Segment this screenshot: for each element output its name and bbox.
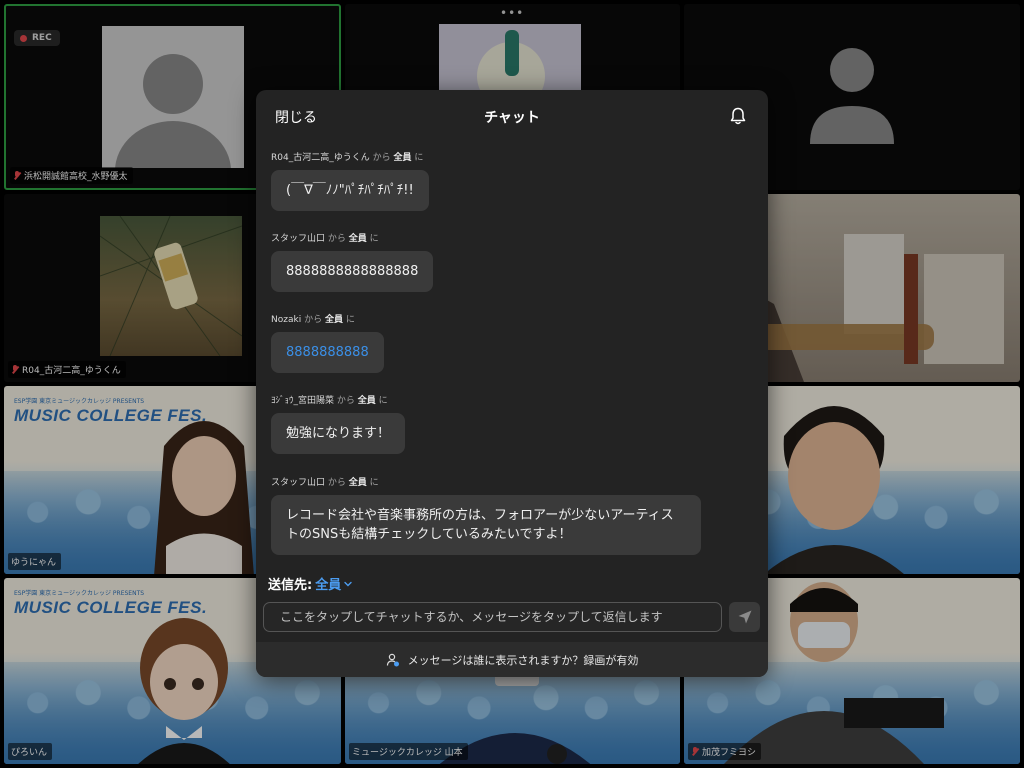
fest-subtitle: ESP学園 東京ミュージックカレッジ PRESENTS (14, 398, 145, 405)
recording-indicator: REC (14, 30, 60, 46)
from-label: から (304, 315, 323, 325)
participant-figure (154, 421, 254, 574)
participant-name: ミュージックカレッジ 山本 (352, 748, 463, 758)
chat-message-input[interactable] (263, 602, 722, 632)
visibility-info-text: メッセージは誰に表示されますか？録画が有効 (407, 653, 639, 667)
visibility-info-bar[interactable]: メッセージは誰に表示されますか？録画が有効 (256, 642, 768, 677)
sender-name: R04_古河二高_ゆうくん (271, 153, 370, 163)
send-icon (738, 610, 751, 624)
mic-muted-icon (13, 170, 21, 181)
message-sender-line: スタッフ山口 から 全員 に (271, 231, 433, 244)
particle-label: に (369, 234, 379, 244)
participant-name: 浜松開誠館高校_水野優太 (24, 172, 128, 182)
sender-name: Nozaki (271, 315, 302, 325)
fest-subtitle: ESP学園 東京ミュージックカレッジ PRESENTS (14, 590, 145, 597)
bell-icon[interactable] (728, 106, 748, 126)
recipient-label: 全員 (393, 153, 412, 163)
mic-muted-icon (691, 746, 699, 757)
chevron-down-icon (344, 581, 352, 586)
from-label: から (327, 478, 346, 488)
message-text-line: レコード会社や音楽事務所の方は、フォロアーが少ないアーティス (286, 508, 674, 523)
participant-name-tag: ミュージックカレッジ 山本 (349, 743, 468, 760)
camera-feed (100, 216, 242, 356)
more-options-icon[interactable]: ••• (500, 6, 524, 20)
message-bubble[interactable]: 8888888888888888 (271, 251, 434, 292)
from-label: から (372, 153, 391, 163)
message-text-line: トのSNSも結構チェックしているみたいですよ！ (286, 527, 572, 542)
rec-label: REC (32, 33, 52, 43)
recipient-value: 全員 (315, 578, 342, 593)
message-sender-line: ﾖｼﾞｮｳ_宮田陽菜 から 全員 に (271, 393, 405, 406)
chat-message[interactable]: Nozaki から 全員 に 8888888888 (271, 312, 384, 373)
message-sender-line: R04_古河二高_ゆうくん から 全員 に (271, 150, 429, 163)
avatar-figure (138, 618, 230, 764)
send-button[interactable] (729, 602, 760, 632)
chat-message[interactable]: ﾖｼﾞｮｳ_宮田陽菜 から 全員 に 勉強になります！ (271, 393, 406, 454)
avatar-image (439, 24, 581, 94)
from-label: から (336, 396, 355, 406)
message-list[interactable]: R04_古河二高_ゆうくん から 全員 に (￣∇￣ﾉﾉ"ﾊﾟﾁﾊﾟﾁﾊﾟﾁ!!… (256, 142, 768, 566)
message-sender-line: スタッフ山口 から 全員 に (271, 475, 701, 488)
chat-header: 閉じる チャット (256, 90, 768, 142)
message-bubble[interactable]: 勉強になります！ (271, 413, 406, 454)
send-to-label: 送信先: (268, 578, 313, 593)
particle-label: に (345, 315, 355, 325)
participant-figure (764, 406, 904, 574)
recipient-label: 全員 (348, 234, 367, 244)
message-bubble[interactable]: (￣∇￣ﾉﾉ"ﾊﾟﾁﾊﾟﾁﾊﾟﾁ!! (271, 170, 429, 211)
chat-message[interactable]: スタッフ山口 から 全員 に レコード会社や音楽事務所の方は、フォロアーが少ない… (271, 475, 701, 555)
message-bubble[interactable]: レコード会社や音楽事務所の方は、フォロアーが少ないアーティス トのSNSも結構チ… (271, 495, 701, 555)
participant-name-tag: 浜松開誠館高校_水野優太 (10, 167, 133, 184)
participant-name: 加茂フミヨシ (702, 748, 757, 758)
chat-message[interactable]: R04_古河二高_ゆうくん から 全員 に (￣∇￣ﾉﾉ"ﾊﾟﾁﾊﾟﾁﾊﾟﾁ!! (271, 150, 429, 211)
participant-name-tag: R04_古河二高_ゆうくん (8, 361, 126, 378)
mic-muted-icon (11, 364, 19, 375)
avatar-placeholder (102, 26, 244, 168)
participant-name: R04_古河二高_ゆうくん (22, 366, 121, 376)
chat-panel: 閉じる チャット R04_古河二高_ゆうくん から 全員 に (￣∇￣ﾉﾉ"ﾊﾟ… (256, 90, 768, 677)
recipient-label: 全員 (324, 315, 343, 325)
recipient-label: 全員 (348, 478, 367, 488)
person-icon (810, 48, 894, 144)
sender-name: スタッフ山口 (271, 234, 326, 244)
from-label: から (327, 234, 346, 244)
participant-name: ゆうにゃん (11, 558, 57, 568)
recipient-dropdown[interactable]: 全員 (315, 574, 352, 593)
chat-message[interactable]: スタッフ山口 から 全員 に 8888888888888888 (271, 231, 434, 292)
particle-label: に (414, 153, 424, 163)
chat-title: チャット (484, 110, 540, 126)
message-bubble-link[interactable]: 8888888888 (271, 332, 384, 373)
record-dot-icon (20, 34, 27, 42)
recipient-label: 全員 (357, 396, 376, 406)
participant-name-tag: 加茂フミヨシ (688, 743, 762, 760)
particle-label: に (378, 396, 388, 406)
compose-area: 送信先: 全員 (256, 566, 768, 642)
recipient-selector-row: 送信先: 全員 (268, 574, 352, 593)
message-sender-line: Nozaki から 全員 に (271, 312, 384, 325)
sender-name: ﾖｼﾞｮｳ_宮田陽菜 (271, 396, 335, 406)
sender-name: スタッフ山口 (271, 478, 326, 488)
person-icon (115, 54, 231, 168)
participant-name-tag: ぴろいん (8, 743, 53, 760)
participant-name-tag: ゆうにゃん (8, 553, 62, 570)
particle-label: に (369, 478, 379, 488)
participant-name: ぴろいん (11, 748, 48, 758)
participant-info-icon (386, 653, 399, 666)
